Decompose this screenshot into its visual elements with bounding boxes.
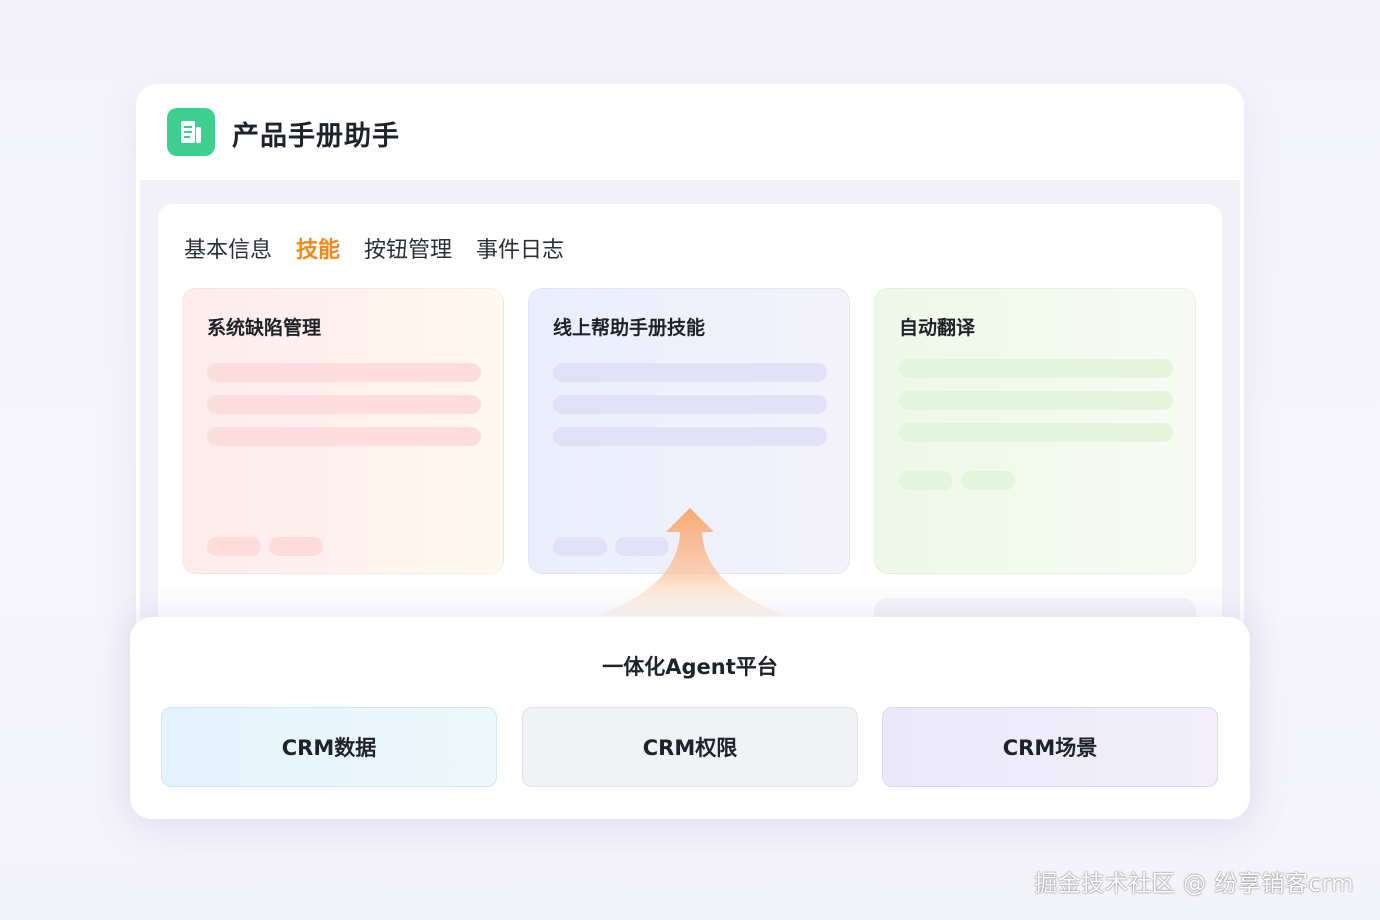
crm-scenarios-label: CRM场景 [1002,736,1098,760]
crm-scenarios-button[interactable]: CRM场景 [882,707,1218,787]
tab-skills[interactable]: 技能 [296,232,340,264]
placeholder-chip [899,471,953,490]
app-header: 产品手册助手 [136,84,1244,180]
tab-bar: 基本信息 技能 按钮管理 事件日志 [184,232,564,264]
crm-permissions-button[interactable]: CRM权限 [522,707,858,787]
placeholder-line [553,363,827,382]
watermark: 掘金技术社区 @ 纷享销客crm [1034,871,1354,897]
skill-card-auto-translate[interactable]: 自动翻译 [874,288,1196,574]
tab-button-management[interactable]: 按钮管理 [364,232,452,264]
skill-card-title: 系统缺陷管理 [207,317,322,339]
placeholder-line [207,427,481,446]
placeholder-line [553,395,827,414]
app-title: 产品手册助手 [232,121,400,152]
placeholder-line [553,427,827,446]
platform-title: 一体化Agent平台 [602,655,778,679]
skill-card-title: 自动翻译 [899,317,976,339]
placeholder-line [207,363,481,382]
tab-event-log[interactable]: 事件日志 [476,232,564,264]
placeholder-line [899,391,1173,410]
placeholder-line [899,423,1173,442]
placeholder-line [207,395,481,414]
tab-basic-info[interactable]: 基本信息 [184,232,272,264]
skill-card-title: 线上帮助手册技能 [553,317,706,339]
agent-platform-panel: 一体化Agent平台 CRM数据 CRM权限 CRM场景 [130,617,1250,819]
placeholder-chip [961,471,1015,490]
placeholder-line [899,359,1173,378]
placeholder-chip [207,537,261,556]
crm-permissions-label: CRM权限 [642,736,738,760]
crm-data-button[interactable]: CRM数据 [161,707,497,787]
crm-data-label: CRM数据 [281,736,377,760]
skill-card-defect-management[interactable]: 系统缺陷管理 [182,288,504,574]
upward-arrow-icon [596,508,788,616]
placeholder-chip [269,537,323,556]
document-icon [167,108,215,156]
